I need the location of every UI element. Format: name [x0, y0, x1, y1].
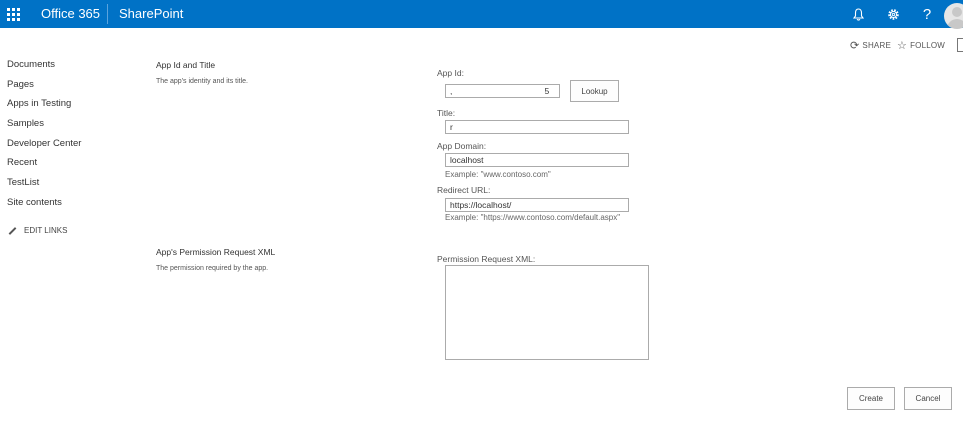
permission-xml-label: Permission Request XML:	[437, 254, 536, 264]
help-icon[interactable]: ?	[920, 0, 934, 28]
sharepoint-link[interactable]: SharePoint	[119, 0, 183, 28]
nav-item-testlist[interactable]: TestList	[7, 177, 39, 188]
app-id-input[interactable]: , 5	[445, 84, 560, 98]
star-icon: ☆	[897, 39, 908, 52]
follow-button[interactable]: ☆ FOLLOW	[897, 38, 945, 52]
redirect-url-input[interactable]: https://localhost/	[445, 198, 629, 212]
title-input[interactable]: r	[445, 120, 629, 134]
share-label: SHARE	[862, 40, 891, 50]
gear-icon[interactable]	[885, 0, 901, 28]
share-button[interactable]: ⟳ SHARE	[850, 38, 891, 52]
suite-bar-divider	[107, 4, 108, 24]
nav-item-samples[interactable]: Samples	[7, 118, 44, 129]
nav-item-apps-in-testing[interactable]: Apps in Testing	[7, 98, 71, 109]
section-desc-permission: The permission required by the app.	[156, 265, 269, 272]
permission-xml-textarea[interactable]	[445, 265, 649, 360]
office-365-link[interactable]: Office 365	[41, 0, 100, 28]
nav-item-documents[interactable]: Documents	[7, 59, 55, 70]
redirect-url-example: Example: "https://www.contoso.com/defaul…	[445, 213, 621, 222]
app-domain-label: App Domain:	[437, 141, 487, 151]
focus-content-icon[interactable]	[957, 38, 963, 52]
create-button[interactable]: Create	[847, 387, 895, 410]
avatar[interactable]	[944, 3, 963, 29]
nav-item-developer-center[interactable]: Developer Center	[7, 138, 81, 149]
nav-item-site-contents[interactable]: Site contents	[7, 197, 62, 208]
pencil-icon	[8, 226, 17, 235]
share-icon: ⟳	[850, 39, 860, 52]
suite-bar: Office 365 SharePoint ?	[0, 0, 963, 29]
section-desc-app-id: The app's identity and its title.	[156, 78, 248, 85]
edit-links-button[interactable]: EDIT LINKS	[8, 226, 67, 235]
app-domain-input[interactable]: localhost	[445, 153, 629, 167]
nav-item-pages[interactable]: Pages	[7, 79, 34, 90]
cancel-button[interactable]: Cancel	[904, 387, 952, 410]
bell-icon[interactable]	[850, 0, 866, 28]
nav-item-recent[interactable]: Recent	[7, 157, 37, 168]
redirect-url-label: Redirect URL:	[437, 185, 491, 195]
lookup-button[interactable]: Lookup	[570, 80, 619, 102]
title-label: Title:	[437, 108, 456, 118]
section-title-app-id: App Id and Title	[156, 60, 216, 70]
follow-label: FOLLOW	[910, 40, 946, 50]
edit-links-label: EDIT LINKS	[24, 226, 68, 235]
app-id-label: App Id:	[437, 68, 464, 78]
app-launcher-icon[interactable]	[0, 0, 26, 28]
app-domain-example: Example: "www.contoso.com"	[445, 170, 551, 179]
section-title-permission: App's Permission Request XML	[156, 247, 276, 257]
